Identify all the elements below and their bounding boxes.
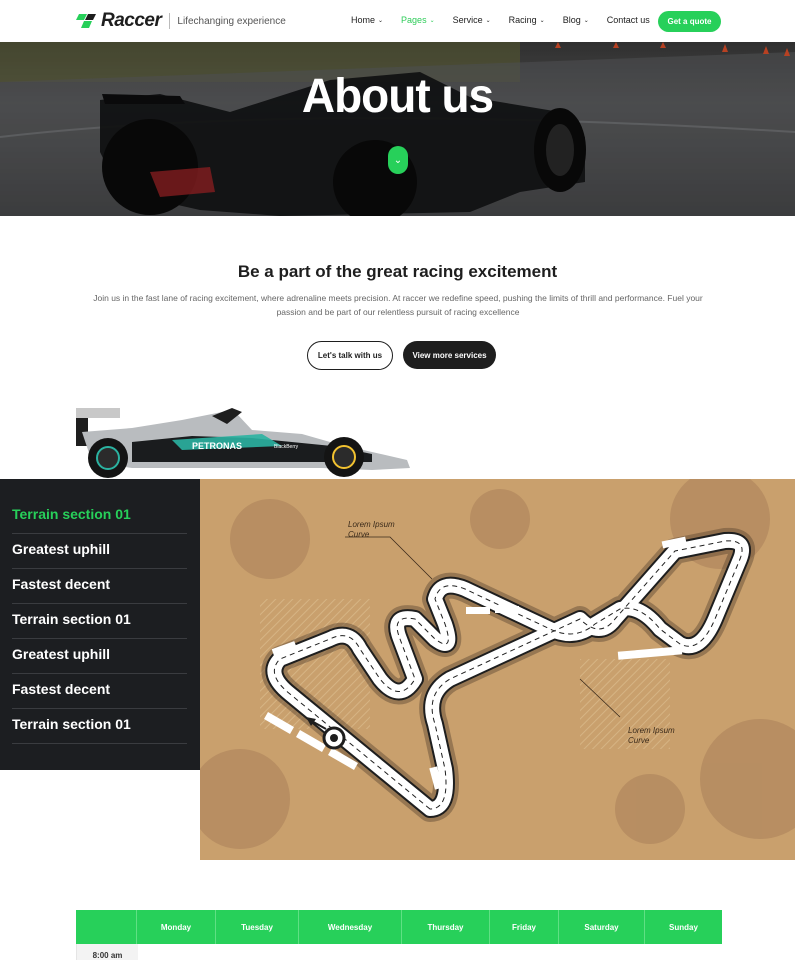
day-header: Wednesday <box>299 910 402 944</box>
map-label-bottom: Lorem Ipsum <box>628 726 675 735</box>
day-header: Sunday <box>669 922 698 932</box>
map-label-bottom-2: Curve <box>628 736 650 745</box>
terrain-item[interactable]: Fastest decent <box>12 674 187 709</box>
car-livery-text: PETRONAS <box>192 441 242 451</box>
car-sponsor-text: BlackBerry <box>274 444 299 450</box>
terrain-item[interactable]: Terrain section 01 <box>12 604 187 639</box>
logo-tagline: Lifechanging experience <box>177 15 286 27</box>
site-header: Raccer Lifechanging experience Home ⌄ Pag… <box>0 0 795 42</box>
get-quote-button[interactable]: Get a quote <box>658 11 721 32</box>
nav-label: Contact us <box>606 15 650 25</box>
chevron-down-icon: ⌄ <box>583 17 589 24</box>
time-cell: 8:00 am <box>77 944 138 960</box>
logo-flag-icon <box>76 14 96 28</box>
chevron-down-icon: ⌄ <box>429 17 435 24</box>
nav-item-contact[interactable]: Contact us <box>607 15 650 25</box>
nav-item-pages[interactable]: Pages ⌄ <box>401 15 435 25</box>
section-description: Join us in the fast lane of racing excit… <box>93 293 703 317</box>
chevron-down-icon: ⌄ <box>378 17 384 24</box>
nav-label: Racing <box>508 15 537 25</box>
main-nav: Home ⌄ Pages ⌄ Service ⌄ Racing ⌄ Blog ⌄ Cont… <box>351 15 668 25</box>
terrain-item[interactable]: Terrain section 01 <box>12 499 187 534</box>
page-title: About us <box>301 67 494 123</box>
view-services-button[interactable]: View more services <box>403 341 496 369</box>
nav-item-blog[interactable]: Blog ⌄ <box>563 15 589 25</box>
schedule-row: 8:00 am <box>76 944 722 960</box>
nav-label: Blog <box>562 15 581 25</box>
chevron-down-icon: ⌄ <box>539 17 545 24</box>
scroll-down-button[interactable]: ⌄ <box>388 146 408 174</box>
race-car-image: PETRONAS BlackBerry <box>76 408 410 478</box>
nav-item-racing[interactable]: Racing ⌄ <box>509 15 545 25</box>
terrain-item[interactable]: Terrain section 01 <box>12 709 187 744</box>
logo-divider <box>169 13 171 29</box>
nav-item-service[interactable]: Service ⌄ <box>453 15 491 25</box>
day-header: Monday <box>137 910 216 944</box>
terrain-list: Terrain section 01 Greatest uphill Faste… <box>0 479 200 770</box>
chevron-down-icon: ⌄ <box>485 17 491 24</box>
logo-text: Raccer <box>101 10 162 31</box>
logo[interactable]: Raccer Lifechanging experience <box>76 10 286 32</box>
nav-label: Home <box>351 15 376 25</box>
talk-with-us-button[interactable]: Let's talk with us <box>307 341 393 370</box>
track-map: Lorem Ipsum Curve Lorem Ipsum Curve <box>200 479 795 860</box>
terrain-item[interactable]: Greatest uphill <box>12 639 187 674</box>
section-title: Be a part of the great racing excitement <box>237 262 558 281</box>
day-header: Friday <box>490 910 559 944</box>
nav-label: Service <box>452 15 483 25</box>
nav-label: Pages <box>401 15 427 25</box>
nav-item-home[interactable]: Home ⌄ <box>351 15 383 25</box>
day-header: Tuesday <box>216 910 299 944</box>
hero-banner: About us ⌄ <box>0 42 795 216</box>
day-header: Thursday <box>402 910 490 944</box>
day-header: Saturday <box>559 910 645 944</box>
schedule-header: Monday Tuesday Wednesday Thursday Friday… <box>76 910 722 944</box>
terrain-item[interactable]: Fastest decent <box>12 569 187 604</box>
map-label-top: Lorem Ipsum <box>348 520 395 529</box>
schedule-corner <box>76 910 137 944</box>
map-label-top-2: Curve <box>348 530 370 539</box>
chevron-down-icon: ⌄ <box>393 154 403 166</box>
track-map-image: Lorem Ipsum Curve Lorem Ipsum Curve <box>200 479 795 860</box>
terrain-item[interactable]: Greatest uphill <box>12 534 187 569</box>
schedule-table: Monday Tuesday Wednesday Thursday Friday… <box>76 910 722 960</box>
